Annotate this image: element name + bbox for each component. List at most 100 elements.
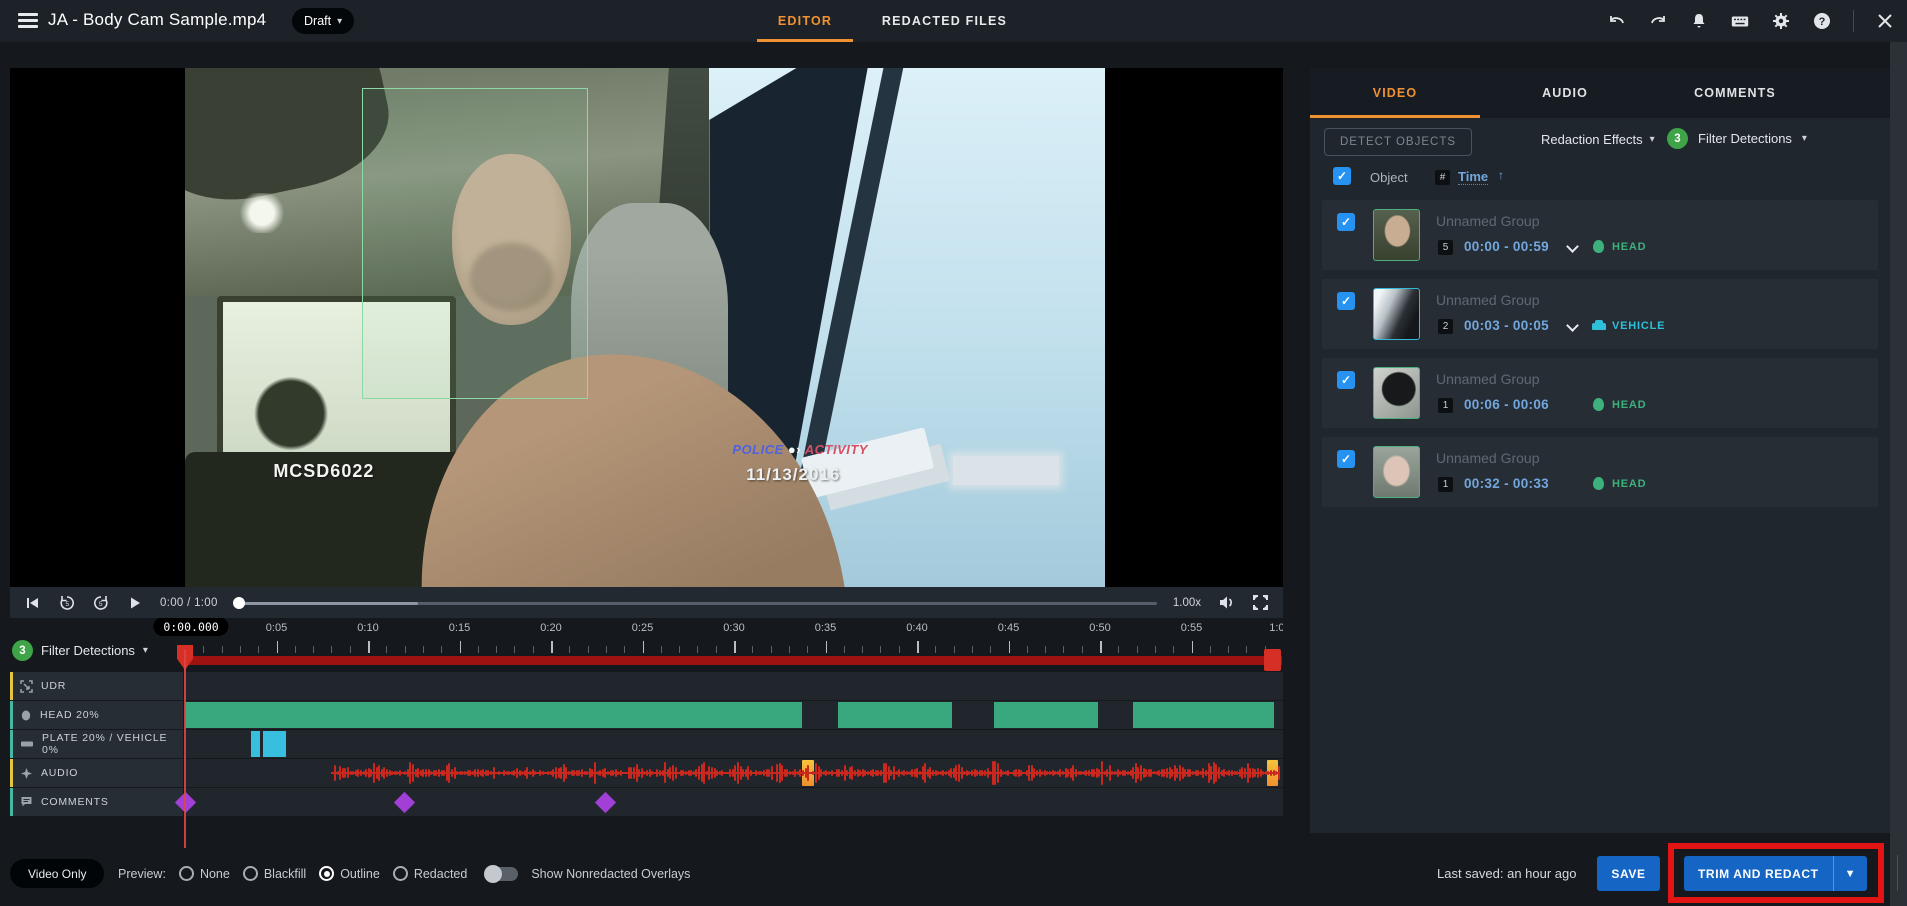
timeline: 3 Filter Detections ▾ 0:050:100:150:200:… (10, 620, 1283, 855)
detection-group-row[interactable]: ✓ Unnamed Group 5 00:00 - 00:59 HEAD (1322, 200, 1878, 270)
type-icon (1592, 398, 1606, 412)
video-controls-bar: 5 5 0:00 / 1:00 1.00x (10, 587, 1283, 618)
date-overlay: 11/13/2016 (746, 465, 840, 485)
redacted-blur-region (953, 456, 1059, 485)
detection-time-range[interactable]: 00:00 - 00:59 (1464, 239, 1549, 254)
toggle-label: Show Nonredacted Overlays (531, 867, 690, 881)
redo-icon[interactable] (1648, 11, 1668, 31)
chevron-down-icon: ▾ (337, 16, 342, 27)
row-checkbox[interactable]: ✓ (1337, 450, 1355, 468)
timeline-segment[interactable] (994, 702, 1098, 728)
volume-icon[interactable] (1217, 594, 1235, 612)
tab-video[interactable]: VIDEO (1310, 68, 1480, 118)
track-content-plate-vehicle[interactable] (185, 730, 1283, 758)
select-all-checkbox[interactable]: ✓ (1333, 167, 1351, 185)
redaction-effects-dropdown[interactable]: Redaction Effects ▾ (1541, 132, 1655, 147)
watermark-overlay: POLICE ●› ACTIVITY (732, 442, 868, 457)
detection-time-range[interactable]: 00:03 - 00:05 (1464, 318, 1549, 333)
detection-bounding-box[interactable] (362, 88, 588, 398)
trim-and-redact-button[interactable]: TRIM AND REDACT ▼ (1684, 856, 1867, 891)
comment-marker-icon[interactable] (394, 791, 415, 812)
seek-bar[interactable] (234, 597, 1157, 609)
timeline-segment[interactable] (251, 731, 260, 757)
track-content-audio[interactable] (185, 759, 1283, 787)
rewind-5-icon[interactable]: 5 (58, 594, 76, 612)
timeline-segment[interactable] (1133, 702, 1274, 728)
plate-icon (20, 738, 34, 750)
group-name: Unnamed Group (1436, 371, 1540, 387)
track-content-udr[interactable] (185, 672, 1283, 700)
track-row-audio: AUDIO (10, 759, 1283, 787)
tab-comments[interactable]: COMMENTS (1650, 68, 1820, 118)
trim-end-handle[interactable] (1264, 649, 1281, 671)
filter-count-badge: 3 (12, 640, 33, 661)
play-icon[interactable] (126, 594, 144, 612)
expand-chevron-icon[interactable] (1566, 240, 1579, 253)
radio-icon (393, 866, 408, 881)
track-content-head[interactable] (185, 701, 1283, 729)
row-checkbox[interactable]: ✓ (1337, 292, 1355, 310)
save-button[interactable]: SAVE (1597, 856, 1660, 891)
scene-dome-light (240, 193, 284, 233)
track-label-plate-vehicle: PLATE 20% / VEHICLE 0% (10, 730, 183, 758)
track-row-plate-vehicle: PLATE 20% / VEHICLE 0% (10, 730, 1283, 758)
time-sort-header[interactable]: Time (1458, 169, 1488, 185)
notifications-bell-icon[interactable] (1689, 11, 1709, 31)
keyboard-icon[interactable] (1730, 11, 1750, 31)
group-name: Unnamed Group (1436, 213, 1540, 229)
detections-panel: VIDEO AUDIO COMMENTS DETECT OBJECTS Reda… (1310, 68, 1890, 833)
audio-icon (20, 767, 33, 780)
seek-knob[interactable] (233, 597, 245, 609)
row-checkbox[interactable]: ✓ (1337, 371, 1355, 389)
video-player: MCSD6022 POLICE ●› ACTIVITY 11/13/2016 5… (10, 68, 1283, 618)
trim-range-bar[interactable] (185, 656, 1282, 665)
preview-radio-redacted[interactable]: Redacted (393, 866, 468, 881)
svg-text:5: 5 (65, 601, 69, 608)
chevron-down-icon[interactable]: ▼ (1833, 856, 1867, 891)
file-title: JA - Body Cam Sample.mp4 (48, 10, 266, 30)
group-name: Unnamed Group (1436, 292, 1540, 308)
current-time-pill: 0:00.000 (153, 617, 228, 636)
playback-speed[interactable]: 1.00x (1173, 597, 1201, 609)
detection-thumbnail (1373, 367, 1420, 419)
row-checkbox[interactable]: ✓ (1337, 213, 1355, 231)
track-label-audio: AUDIO (10, 759, 183, 787)
detection-time-range[interactable]: 00:06 - 00:06 (1464, 397, 1549, 412)
settings-gear-icon[interactable] (1771, 11, 1791, 31)
preview-radio-none[interactable]: None (179, 866, 230, 881)
draft-status-dropdown[interactable]: Draft ▾ (292, 8, 354, 34)
show-nonredacted-overlays-toggle[interactable] (486, 867, 518, 881)
timeline-segment[interactable] (838, 702, 951, 728)
timeline-segment[interactable] (263, 731, 286, 757)
skip-to-start-icon[interactable] (24, 594, 42, 612)
detection-count-badge: 1 (1438, 398, 1453, 413)
tab-redacted-files[interactable]: REDACTED FILES (872, 0, 1017, 42)
detection-group-row[interactable]: ✓ Unnamed Group 2 00:03 - 00:05 VEHICLE (1322, 279, 1878, 349)
preview-radio-outline[interactable]: Outline (319, 866, 380, 881)
detections-list: ✓ Unnamed Group 5 00:00 - 00:59 HEAD ✓ U… (1322, 200, 1878, 516)
chevron-down-icon: ▾ (1650, 134, 1655, 145)
playhead-line (184, 650, 186, 848)
detection-time-range[interactable]: 00:32 - 00:33 (1464, 476, 1549, 491)
comment-marker-icon[interactable] (595, 791, 616, 812)
undo-icon[interactable] (1607, 11, 1627, 31)
forward-5-icon[interactable]: 5 (92, 594, 110, 612)
filter-detections-dropdown[interactable]: 3 Filter Detections ▾ (1667, 128, 1807, 149)
fullscreen-icon[interactable] (1251, 594, 1269, 612)
menu-icon[interactable] (18, 13, 38, 29)
preview-radio-blackfill[interactable]: Blackfill (243, 866, 306, 881)
close-icon[interactable] (1875, 11, 1895, 31)
detection-group-row[interactable]: ✓ Unnamed Group 1 00:32 - 00:33 HEAD (1322, 437, 1878, 507)
tab-audio[interactable]: AUDIO (1480, 68, 1650, 118)
detection-group-row[interactable]: ✓ Unnamed Group 1 00:06 - 00:06 HEAD (1322, 358, 1878, 428)
timeline-segment[interactable] (185, 702, 802, 728)
help-icon[interactable]: ? (1812, 11, 1832, 31)
timeline-filter-detections-dropdown[interactable]: 3 Filter Detections ▾ (12, 640, 148, 661)
expand-chevron-icon[interactable] (1566, 319, 1579, 332)
comments-icon (20, 796, 33, 808)
detect-objects-button[interactable]: DETECT OBJECTS (1324, 128, 1472, 156)
tab-editor[interactable]: EDITOR (757, 0, 853, 42)
radio-icon (179, 866, 194, 881)
video-only-pill[interactable]: Video Only (10, 859, 104, 888)
track-content-comments[interactable] (185, 788, 1283, 816)
